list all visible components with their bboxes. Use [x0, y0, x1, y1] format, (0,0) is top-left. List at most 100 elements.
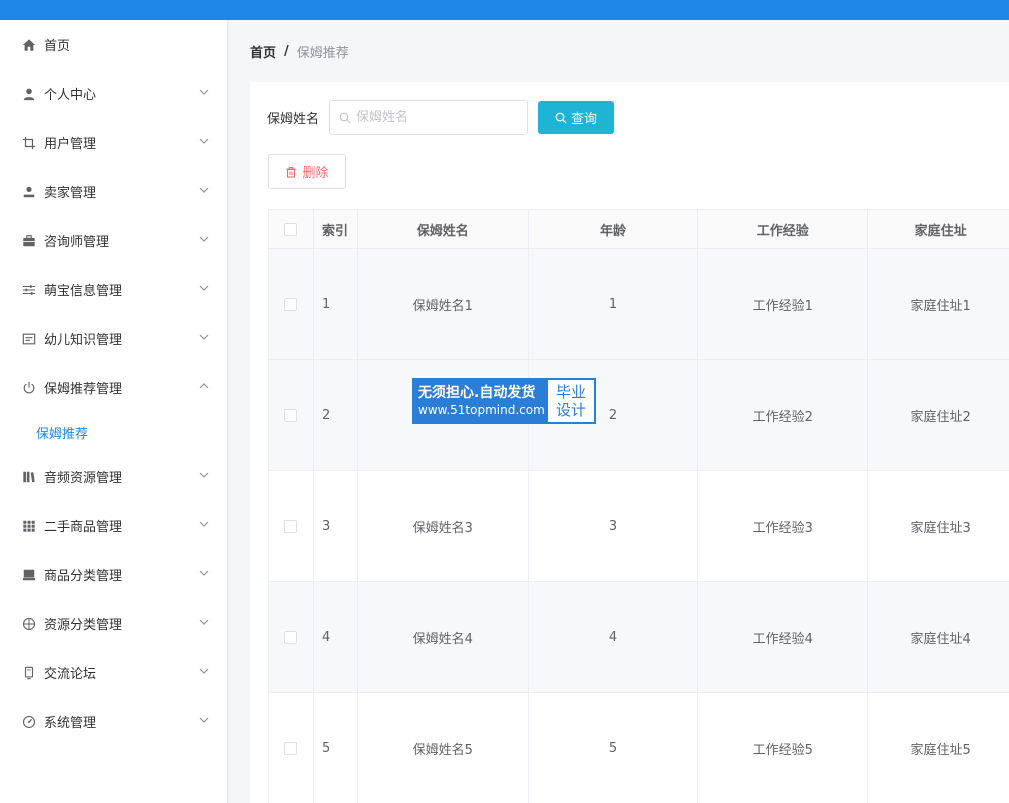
search-label: 保姆姓名	[267, 112, 320, 127]
chevron-down-icon	[199, 86, 209, 96]
row-checkbox[interactable]	[284, 297, 298, 311]
table-row[interactable]: 2 2 工作经验2 家庭住址2	[269, 360, 1009, 471]
sidebar-item-consultants[interactable]: 咨询师管理	[0, 216, 227, 265]
cell-index: 5	[314, 693, 358, 803]
cell-experience: 工作经验5	[698, 693, 869, 803]
cell-address: 家庭住址1	[910, 298, 971, 314]
cell-experience: 工作经验2	[698, 360, 869, 470]
search-form: 保姆姓名 查询	[267, 100, 615, 135]
chevron-up-icon	[199, 380, 209, 390]
sidebar-item-label: 萌宝信息管理	[44, 284, 123, 299]
cell-experience: 工作经验1	[698, 249, 869, 359]
content-card: 保姆姓名 查询 删除 索引	[250, 82, 1009, 803]
submenu-item-label: 保姆推荐	[36, 426, 89, 442]
cell-name: 保姆姓名5	[358, 693, 529, 803]
sidebar-item-audio[interactable]: 音频资源管理	[0, 452, 227, 501]
chevron-down-icon	[199, 184, 209, 194]
drawer-icon	[22, 568, 36, 582]
submenu-item-nanny-recommend[interactable]: 保姆推荐	[0, 412, 227, 452]
breadcrumb-current: 保姆推荐	[296, 46, 349, 61]
cell-index: 2	[314, 360, 358, 470]
breadcrumb-home[interactable]: 首页	[250, 42, 276, 61]
sidebar-item-goods-category[interactable]: 商品分类管理	[0, 550, 227, 599]
sidebar: 首页 个人中心 用户管理 卖家管理 咨询师管理 萌宝信息管理 幼儿知识管理 保姆…	[0, 20, 228, 803]
chevron-down-icon	[199, 331, 209, 341]
row-checkbox-cell	[269, 249, 314, 359]
home-icon	[22, 38, 36, 52]
select-all-checkbox[interactable]	[284, 222, 298, 236]
row-checkbox[interactable]	[284, 741, 298, 755]
cell-address: 家庭住址3	[910, 520, 971, 536]
watermark-right: 毕业 设计	[548, 380, 594, 422]
row-checkbox[interactable]	[284, 519, 298, 533]
header-index: 索引	[314, 210, 358, 248]
sidebar-item-label: 卖家管理	[44, 186, 97, 201]
table-row[interactable]: 1 保姆姓名1 1 工作经验1 家庭住址1	[269, 249, 1009, 360]
watermark-left: 无须担心.自动发货 www.51topmind.com	[414, 380, 548, 422]
sidebar-item-sellers[interactable]: 卖家管理	[0, 167, 227, 216]
sidebar-item-label: 音频资源管理	[44, 471, 123, 486]
sidebar-item-label: 商品分类管理	[44, 569, 123, 584]
sidebar-item-system[interactable]: 系统管理	[0, 697, 227, 746]
globe-icon	[22, 617, 36, 631]
table-row[interactable]: 4 保姆姓名4 4 工作经验4 家庭住址4	[269, 582, 1009, 693]
gauge-icon	[22, 715, 36, 729]
sidebar-item-forum[interactable]: 交流论坛	[0, 648, 227, 697]
sidebar-item-label: 保姆推荐管理	[44, 382, 123, 397]
crop-icon	[22, 136, 36, 150]
cell-experience: 工作经验3	[698, 471, 869, 581]
watermark-right2: 设计	[555, 401, 586, 419]
sidebar-item-label: 系统管理	[44, 716, 97, 731]
cell-age: 1	[529, 249, 699, 359]
sidebar-item-label: 咨询师管理	[44, 235, 110, 250]
sidebar-item-label: 个人中心	[44, 88, 97, 103]
briefcase-icon	[22, 234, 36, 248]
cell-address: 家庭住址4	[910, 631, 971, 647]
cell-name: 保姆姓名1	[358, 249, 529, 359]
watermark-overlay: 无须担心.自动发货 www.51topmind.com 毕业 设计	[412, 378, 596, 424]
header-age: 年龄	[529, 210, 699, 248]
row-checkbox-cell	[269, 360, 314, 470]
cell-age: 5	[529, 693, 699, 803]
breadcrumb: 首页 / 保姆推荐	[250, 42, 349, 61]
query-button[interactable]: 查询	[538, 101, 615, 134]
sidebar-item-label: 交流论坛	[44, 667, 97, 682]
delete-button[interactable]: 删除	[268, 154, 346, 189]
row-checkbox-cell	[269, 693, 314, 803]
sidebar-item-baby-info[interactable]: 萌宝信息管理	[0, 265, 227, 314]
chevron-down-icon	[199, 233, 209, 243]
sidebar-item-resource-category[interactable]: 资源分类管理	[0, 599, 227, 648]
chevron-down-icon	[199, 714, 209, 724]
table-header-row: 索引 保姆姓名 年龄 工作经验 家庭住址	[269, 210, 1009, 249]
top-header-bar	[0, 0, 1009, 20]
trash-icon	[285, 166, 297, 178]
row-checkbox[interactable]	[284, 630, 298, 644]
search-input-wrapper[interactable]	[329, 100, 529, 135]
sidebar-item-users[interactable]: 用户管理	[0, 118, 227, 167]
person-icon	[22, 185, 36, 199]
sidebar-item-profile[interactable]: 个人中心	[0, 69, 227, 118]
sidebar-item-second-hand[interactable]: 二手商品管理	[0, 501, 227, 550]
table-row[interactable]: 5 保姆姓名5 5 工作经验5 家庭住址5	[269, 693, 1009, 803]
sidebar-item-label: 用户管理	[44, 137, 97, 152]
cell-experience: 工作经验4	[698, 582, 869, 692]
chevron-down-icon	[199, 282, 209, 292]
power-icon	[22, 381, 36, 395]
sidebar-item-child-knowledge[interactable]: 幼儿知识管理	[0, 314, 227, 363]
table-row[interactable]: 3 保姆姓名3 3 工作经验3 家庭住址3	[269, 471, 1009, 582]
chevron-down-icon	[199, 135, 209, 145]
chevron-down-icon	[199, 665, 209, 675]
nanny-table: 索引 保姆姓名 年龄 工作经验 家庭住址 1 保姆姓名1 1 工作经验1 家庭住…	[268, 209, 1009, 803]
sidebar-item-home[interactable]: 首页	[0, 20, 227, 69]
cell-index: 3	[314, 471, 358, 581]
row-checkbox[interactable]	[284, 408, 298, 422]
sidebar-item-nanny-recommend[interactable]: 保姆推荐管理	[0, 363, 227, 412]
chevron-down-icon	[199, 616, 209, 626]
search-input[interactable]	[356, 110, 517, 125]
main-content: 首页 / 保姆推荐 保姆姓名 查询 删除	[229, 20, 1009, 803]
query-button-label: 查询	[571, 111, 598, 126]
row-checkbox-cell	[269, 582, 314, 692]
chevron-down-icon	[199, 567, 209, 577]
delete-button-label: 删除	[302, 165, 329, 180]
grid-icon	[22, 519, 36, 533]
